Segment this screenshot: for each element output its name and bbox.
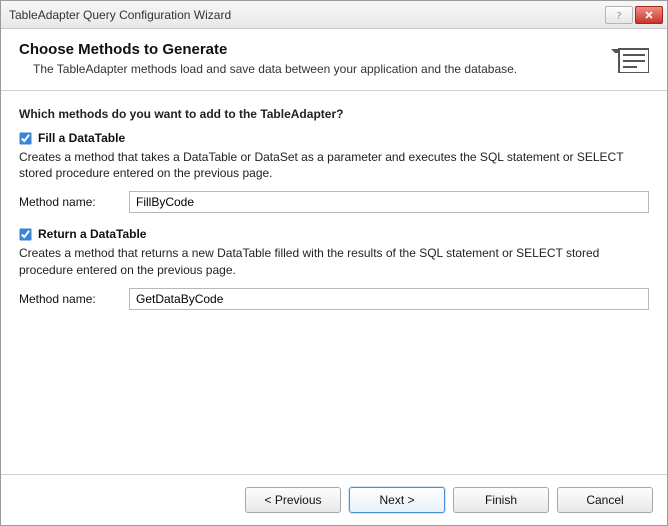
prompt-text: Which methods do you want to add to the … — [19, 107, 649, 121]
wizard-header: Choose Methods to Generate The TableAdap… — [1, 29, 667, 91]
form-icon — [609, 41, 649, 73]
wizard-window: TableAdapter Query Configuration Wizard … — [0, 0, 668, 526]
return-checkbox[interactable] — [19, 228, 31, 240]
previous-button[interactable]: < Previous — [245, 487, 341, 513]
help-button[interactable]: ? — [605, 6, 633, 24]
close-icon — [644, 10, 654, 20]
return-method-label: Method name: — [19, 292, 129, 306]
help-icon: ? — [614, 10, 624, 20]
fill-method-input[interactable] — [129, 191, 649, 213]
return-description: Creates a method that returns a new Data… — [19, 245, 649, 277]
return-check-label: Return a DataTable — [38, 227, 146, 241]
wizard-footer: < Previous Next > Finish Cancel — [1, 474, 667, 525]
wizard-body: Which methods do you want to add to the … — [1, 91, 667, 474]
header-subtitle: The TableAdapter methods load and save d… — [33, 62, 597, 76]
header-text: Choose Methods to Generate The TableAdap… — [19, 41, 597, 76]
header-title: Choose Methods to Generate — [19, 41, 597, 58]
return-check-row: Return a DataTable — [19, 227, 649, 241]
fill-checkbox[interactable] — [19, 132, 31, 144]
fill-method-row: Method name: — [19, 191, 649, 213]
fill-check-row: Fill a DataTable — [19, 131, 649, 145]
finish-button[interactable]: Finish — [453, 487, 549, 513]
return-method-row: Method name: — [19, 288, 649, 310]
return-method-input[interactable] — [129, 288, 649, 310]
window-title: TableAdapter Query Configuration Wizard — [9, 8, 603, 22]
cancel-button[interactable]: Cancel — [557, 487, 653, 513]
fill-description: Creates a method that takes a DataTable … — [19, 149, 649, 181]
header-icon — [609, 41, 649, 76]
svg-text:?: ? — [617, 10, 621, 20]
titlebar: TableAdapter Query Configuration Wizard … — [1, 1, 667, 29]
fill-method-label: Method name: — [19, 195, 129, 209]
fill-check-label: Fill a DataTable — [38, 131, 125, 145]
close-button[interactable] — [635, 6, 663, 24]
next-button[interactable]: Next > — [349, 487, 445, 513]
